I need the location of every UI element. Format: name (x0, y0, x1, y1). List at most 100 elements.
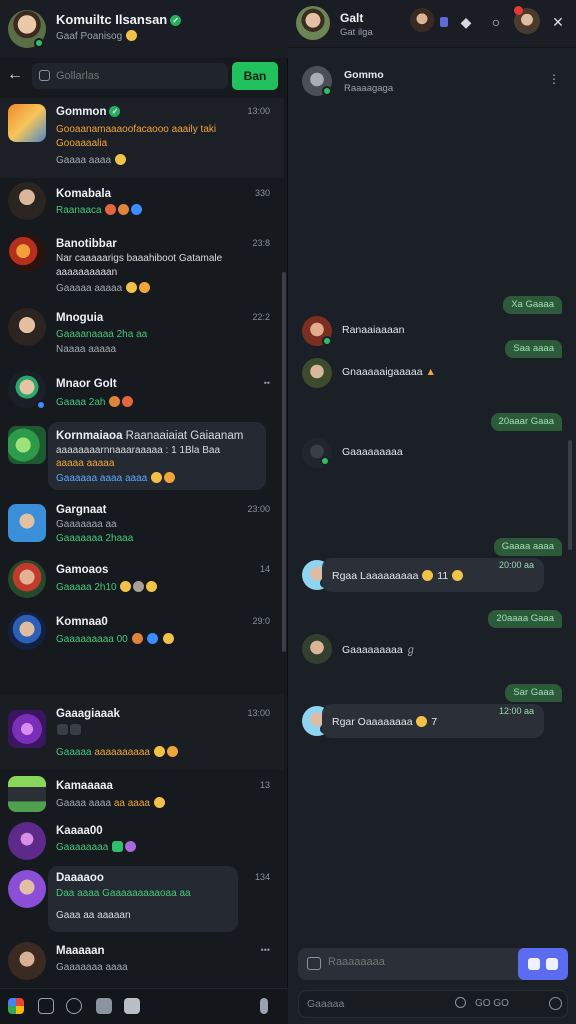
chat-title: Kaaaa00 (56, 825, 103, 837)
shield-icon[interactable] (434, 12, 454, 32)
message-bubble: 20:00 aa Rgaa Laaaaaaaaa 11 (322, 558, 544, 592)
settings-icon[interactable] (549, 997, 562, 1010)
chat-time: 13:00 (247, 106, 270, 116)
chat-preview: Gaaaa aaaa (56, 154, 127, 166)
search-box[interactable] (32, 63, 228, 89)
chat-time: 29:0 (252, 616, 270, 626)
chat-preview: Gaaaa 2ah (56, 396, 134, 408)
chat-avatar (8, 870, 46, 908)
chat-list-scrollbar[interactable] (282, 272, 286, 652)
message-bubble: 12:00 aa Rgar Oaaaaaaaa 7 (322, 704, 544, 738)
conversation-status: Gat ilga (340, 27, 373, 38)
chat-preview: Gaaaaaaa 2haaa (56, 533, 134, 544)
chat-time: 330 (254, 188, 270, 198)
online-status-icon (320, 456, 330, 466)
incoming-message: Gaaaaaaaaa (300, 436, 564, 470)
more-options-icon[interactable]: •• (264, 378, 270, 388)
search-bar: ← Ban (0, 60, 288, 94)
search-icon[interactable]: ○ (486, 12, 506, 32)
back-arrow-icon[interactable]: ← (7, 67, 25, 85)
chat-preview: Gaaaaaaaaa 00 (56, 633, 175, 645)
chat-preview: Nar caaaaarigs baaahiboot Gatamale (56, 253, 223, 264)
mic-icon[interactable] (260, 998, 268, 1014)
chat-item[interactable]: Gargnaat 23:00 Gaaaaaaa aa Gaaaaaaa 2haa… (0, 500, 284, 556)
chat-preview: Gaaaanaaaa 2ha aa (56, 329, 148, 340)
attachment-icon[interactable] (96, 998, 112, 1014)
more-options-icon[interactable]: ⋮ (548, 72, 560, 86)
chat-avatar (8, 104, 46, 142)
chat-preview: Gaaaaaaa aaaa (56, 962, 128, 973)
chat-avatar (8, 822, 46, 860)
contact-status: Raaaagaga (344, 83, 394, 94)
document-icon[interactable] (38, 998, 54, 1014)
chat-item[interactable]: Kaaaa00 Gaaaaaaaa (0, 820, 284, 864)
chat-item[interactable]: Kamaaaaa 13 Gaaaa aaaa aa aaaa (0, 772, 284, 818)
chat-avatar (8, 710, 46, 748)
send-button[interactable] (518, 948, 568, 980)
chat-item[interactable]: Gaaagiaaak 13:00 Gaaaaa aaaaaaaaaa (0, 694, 284, 770)
chat-time: 23:00 (247, 504, 270, 514)
outgoing-message: 20aaaa Gaaa (488, 610, 562, 628)
chat-item[interactable]: Komnaa0 29:0 Gaaaaaaaaa 00 (0, 608, 284, 692)
conversation-header: Galt Gat ilga ◆ ○ ✕ (288, 0, 576, 48)
notification-badge (514, 6, 523, 15)
chat-avatar (8, 234, 46, 272)
chat-preview: Gaaaaaaaa (56, 841, 137, 853)
share-icon[interactable]: ◆ (456, 12, 476, 32)
chat-avatar (8, 942, 46, 980)
incoming-message: Gnaaaaaigaaaaa ▲ (300, 356, 564, 390)
chat-title: Gargnaat (56, 504, 107, 516)
chat-item[interactable]: Kornmaiaoa Raanaaiaiat Gaiaanam aaaaaaaa… (0, 420, 284, 496)
chat-avatar (8, 612, 46, 650)
chat-avatar (8, 504, 46, 542)
chat-title: Kamaaaaa (56, 780, 113, 792)
send-icon (546, 958, 558, 970)
chat-preview: Gooaaaalia (56, 138, 108, 149)
participant-avatar[interactable] (410, 8, 434, 32)
chat-preview: Raanaaca (56, 204, 143, 216)
camera-icon (528, 958, 540, 970)
chat-title: Gommon ✓ (56, 106, 121, 118)
more-options-icon[interactable]: ••• (261, 945, 270, 955)
app-icon[interactable] (8, 998, 24, 1014)
chat-item[interactable]: Mnoguia 22:2 Gaaaanaaaa 2ha aa Naaaa aaa… (0, 304, 284, 364)
chat-item[interactable]: Daaaaoo 134 Daa aaaa Gaaaaaaaaaoaa aa Ga… (0, 864, 284, 936)
incoming-message: Gaaaaaaaaa ℊ (300, 632, 564, 666)
verified-icon: ✓ (170, 15, 182, 26)
close-icon[interactable]: ✕ (548, 12, 568, 32)
chat-item[interactable]: Maaaaan ••• Gaaaaaaa aaaa (0, 938, 284, 986)
chat-avatar (8, 308, 46, 346)
search-input[interactable] (56, 68, 216, 84)
conversation-avatar[interactable] (296, 6, 330, 40)
chat-item[interactable]: Mnaor GoIt •• Gaaaa 2ah (0, 366, 284, 418)
chat-item[interactable]: Gommon ✓ 13:00 Gooaanamaaaoofacaooo aaail… (0, 98, 284, 178)
chat-title: Maaaaan (56, 945, 105, 957)
chat-item[interactable]: Banotibbar 23:8 Nar caaaaarigs baaahiboo… (0, 230, 284, 302)
search-icon[interactable] (455, 997, 466, 1008)
chat-preview: Gaaaa aaaa aa aaaa (56, 797, 166, 809)
bottom-search-bar[interactable]: Gaaaaa GO GO (298, 990, 568, 1018)
chat-avatar (8, 182, 46, 220)
chat-item[interactable]: Gamoaos 14 Gaaaaa 2h10 (0, 556, 284, 606)
chat-time: 134 (254, 872, 270, 882)
chat-time: 13:00 (247, 708, 270, 718)
online-status-icon (36, 400, 46, 410)
search-button[interactable]: Ban (232, 62, 278, 90)
contact-card[interactable]: Gommo Raaaagaga ⋮ (300, 64, 564, 100)
chat-preview: Gaaaaa aaaaaaaaaa (56, 746, 179, 758)
chat-preview: Gaaaaaaa aa (56, 519, 117, 530)
chat-title: Daaaaoo (56, 872, 104, 884)
attach-icon[interactable] (307, 957, 321, 970)
emoji-icon[interactable] (66, 998, 82, 1014)
bottom-toolbar (0, 988, 288, 1024)
gallery-icon[interactable] (124, 998, 140, 1014)
chat-item[interactable]: Komabala 330 Raanaaca (0, 180, 284, 230)
outgoing-message: Sar Gaaa (505, 684, 562, 702)
conversation-scrollbar[interactable] (568, 440, 572, 550)
chat-preview: Gaaaaa aaaaa (56, 282, 151, 294)
message-text: Gnaaaaaigaaaaa ▲ (342, 366, 436, 378)
incoming-message: 12:00 aa Rgar Oaaaaaaaa 7 (300, 704, 564, 738)
message-composer (298, 948, 568, 980)
chat-time: 14 (259, 564, 270, 574)
message-input[interactable] (328, 956, 508, 968)
